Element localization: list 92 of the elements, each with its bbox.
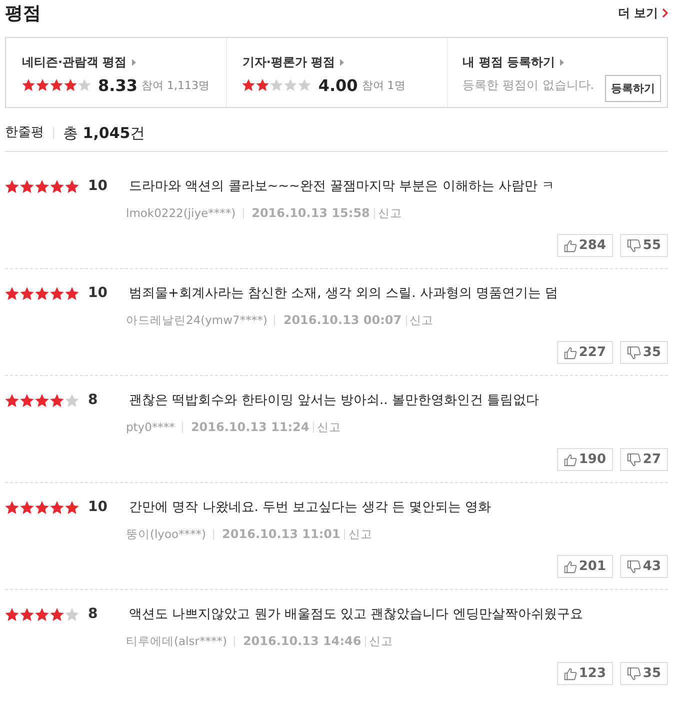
star-icon: [284, 79, 298, 91]
participant-count: 참여 1명: [362, 78, 406, 92]
star-icon: [65, 500, 79, 514]
participant-count: 참여 1,113명: [141, 78, 210, 92]
review-total: 총 1,045건: [63, 124, 146, 142]
chevron-right-icon: [662, 8, 668, 18]
star-icon: [242, 79, 256, 91]
like-button[interactable]: 227: [557, 341, 613, 364]
thumbs-up-icon: [564, 560, 577, 574]
star-icon: [256, 79, 270, 91]
star-icon: [50, 394, 64, 406]
star-icon: [65, 608, 79, 620]
review-score: 10: [88, 285, 107, 301]
review-text: 액션도 나쁘지않았고 뭔가 배울점도 있고 괜찮았습니다 엔딩만살짝아쉬웠구요: [129, 606, 583, 623]
star-icon: [5, 394, 19, 406]
star-icon: [20, 394, 34, 406]
star-icon: [36, 79, 49, 91]
star-icon: [35, 500, 49, 514]
caret-icon: [340, 58, 344, 66]
caret-icon: [560, 58, 564, 66]
thumbs-down-icon: [627, 346, 641, 360]
star-icon: [50, 286, 64, 300]
review-date: 2016.10.13 15:58: [252, 208, 375, 218]
review-date: 2016.10.13 14:46: [242, 636, 366, 646]
dislike-button[interactable]: 55: [620, 234, 668, 257]
review-author: pty0****: [126, 422, 183, 432]
review-author: 뚱이(lyoo****): [126, 528, 214, 540]
caret-icon: [132, 58, 136, 66]
like-button[interactable]: 190: [557, 448, 613, 471]
rating-category-link[interactable]: 기자·평론가 평점: [242, 54, 336, 70]
review-date: 2016.10.13 11:01: [222, 528, 346, 540]
thumbs-down-icon: [627, 452, 641, 466]
review-score: 10: [88, 178, 107, 194]
rating-category-link[interactable]: 내 평점 등록하기: [462, 54, 556, 70]
section-title: 평점: [5, 2, 42, 25]
thumbs-up-icon: [564, 238, 577, 252]
star-icon: [65, 286, 79, 300]
average-score: 4.00: [318, 76, 358, 94]
star-icon: [78, 79, 91, 91]
star-icon: [50, 79, 63, 91]
review-date: 2016.10.13 11:24: [190, 422, 314, 432]
star-icon: [35, 180, 49, 192]
star-icon: [5, 180, 19, 192]
review-text: 범죄물+회계사라는 참신한 소재, 생각 외의 스릴. 사과형의 명품연기는 덤: [129, 285, 558, 302]
average-score: 8.33: [98, 76, 138, 94]
thumbs-down-icon: [627, 238, 641, 252]
rating-category-link[interactable]: 네티즌·관람객 평점: [22, 54, 127, 70]
review-date: 2016.10.13 00:07: [283, 314, 407, 326]
review-text: 괜찮은 떡밥회수와 한타이밍 앞서는 방아쇠.. 볼만한영화인건 틀림없다: [129, 392, 540, 409]
star-icon: [35, 394, 49, 406]
review-text: 간만에 명작 나왔네요. 두번 보고싶다는 생각 든 몇안되는 영화: [129, 499, 492, 516]
review-text: 드라마와 액션의 콜라보~~~완전 꿀잼마지막 부분은 이해하는 사람만 ㅋ: [129, 178, 555, 195]
thumbs-up-icon: [564, 666, 577, 680]
star-icon: [20, 608, 34, 620]
like-button[interactable]: 123: [557, 662, 613, 685]
review-score: 8: [88, 606, 99, 622]
star-icon: [5, 286, 19, 300]
review-author: 아드레날린24(ymw7****): [126, 314, 276, 326]
star-icon: [65, 180, 79, 192]
review-score: 10: [88, 499, 107, 515]
star-icon: [5, 500, 19, 514]
register-button[interactable]: 등록하기: [604, 74, 661, 102]
review-author: 티루에데(alsr****): [126, 636, 235, 646]
dislike-button[interactable]: 43: [620, 555, 668, 578]
dislike-button[interactable]: 27: [620, 448, 668, 471]
star-icon: [35, 608, 49, 620]
star-icon: [50, 180, 64, 192]
star-icon: [35, 286, 49, 300]
thumbs-down-icon: [627, 560, 641, 574]
thumbs-up-icon: [564, 452, 577, 466]
reviews-title: 한줄평: [5, 127, 54, 139]
star-icon: [22, 79, 35, 91]
star-icon: [20, 286, 34, 300]
review-author: lmok0222(jiye****): [126, 208, 244, 218]
star-icon: [298, 79, 312, 91]
like-button[interactable]: 284: [557, 234, 613, 257]
star-icon: [50, 500, 64, 514]
star-icon: [20, 180, 34, 192]
star-icon: [50, 608, 64, 620]
dislike-button[interactable]: 35: [620, 341, 668, 364]
thumbs-down-icon: [627, 666, 641, 680]
no-rating-message: 등록한 평점이 없습니다.: [462, 76, 594, 94]
dislike-button[interactable]: 35: [620, 662, 668, 685]
star-icon: [20, 500, 34, 514]
thumbs-up-icon: [564, 346, 577, 360]
like-button[interactable]: 201: [557, 555, 613, 578]
star-icon: [5, 608, 19, 620]
star-icon: [270, 79, 284, 91]
star-icon: [65, 394, 79, 406]
star-icon: [64, 79, 77, 91]
more-link[interactable]: 더 보기: [618, 4, 658, 22]
review-score: 8: [88, 392, 99, 408]
